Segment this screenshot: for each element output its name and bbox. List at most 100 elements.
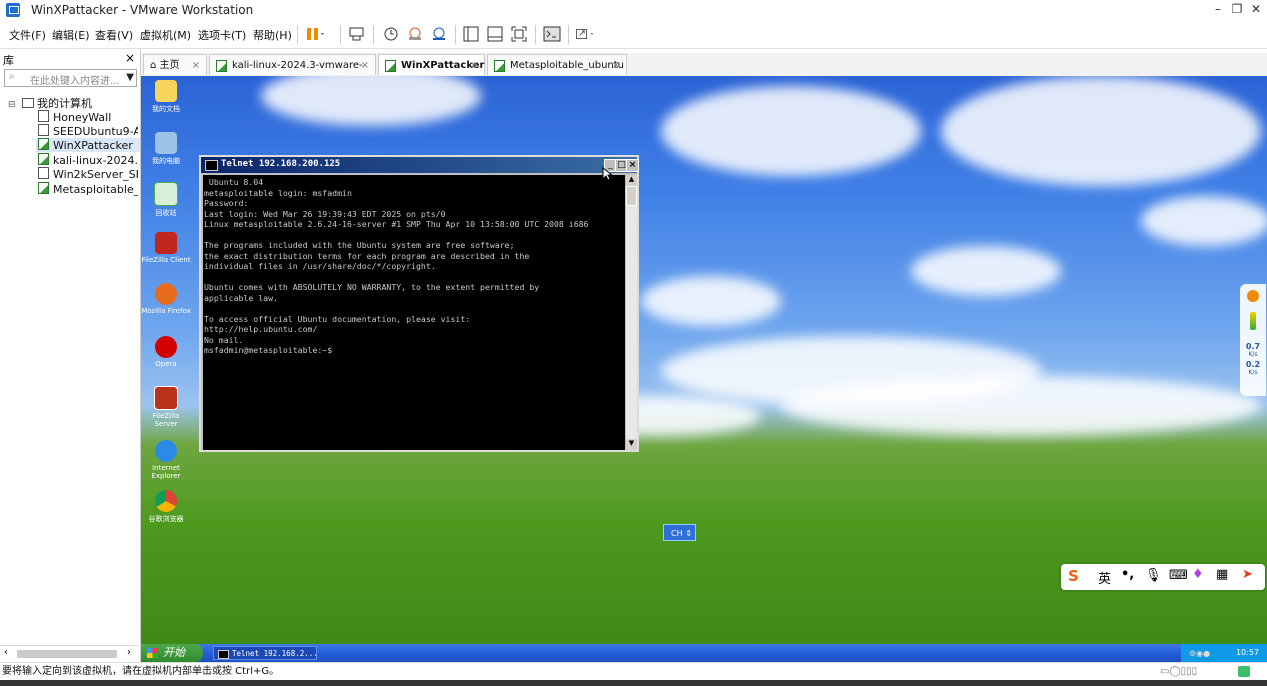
vm-item-winxpattacker[interactable]: WinXPattacker — [36, 138, 140, 152]
chevron-down-icon[interactable]: ⇕ — [685, 525, 692, 542]
thumbnail-view-icon[interactable] — [485, 25, 505, 43]
taskbar-item-telnet[interactable]: Telnet 192.168.2... — [213, 646, 318, 660]
skin-icon[interactable]: ♦ — [1192, 567, 1204, 582]
icon-label: FileZilla Client — [141, 256, 191, 264]
console-icon — [205, 160, 218, 171]
filezilla-server-icon — [154, 386, 178, 410]
terminal-scrollbar[interactable]: ▲ ▼ — [626, 175, 637, 450]
vm-item-win2kserver[interactable]: Win2kServer_SP0 — [38, 167, 138, 181]
revert-snapshot-icon[interactable] — [405, 25, 425, 43]
desktop-icon-chrome[interactable]: 谷歌浏览器 — [141, 490, 191, 524]
terminal-line: applicable law. — [204, 292, 278, 303]
stretch-view-icon[interactable] — [575, 25, 595, 43]
fullscreen-icon[interactable] — [509, 25, 529, 43]
library-view-icon[interactable] — [461, 25, 481, 43]
scroll-thumb[interactable] — [626, 186, 637, 206]
vm-label: SEEDUbuntu9-Aug — [53, 125, 138, 138]
vm-item-honeywall[interactable]: HoneyWall — [38, 110, 138, 124]
vm-item-metasploitable[interactable]: Metasploitable_u — [38, 182, 138, 196]
desktop-icon-recycle-bin[interactable]: 回收站 — [141, 182, 191, 218]
library-search-field[interactable]: ⌕ 在此处键入内容进... ▼ — [4, 69, 137, 87]
vm-running-icon — [38, 138, 49, 150]
send-ctrl-alt-del-icon[interactable] — [347, 25, 367, 43]
desktop-icon-firefox[interactable]: Mozilla Firefox — [141, 283, 191, 315]
network-speed-widget[interactable]: 0.7 K/s 0.2 K/s — [1240, 284, 1266, 396]
terminal-output[interactable]: Ubuntu 8.04 metasploitable login: msfadmi… — [203, 175, 625, 450]
clock[interactable]: 10:57 — [1236, 648, 1259, 657]
close-tab-icon[interactable]: × — [192, 55, 200, 76]
menu-vm[interactable]: 虚拟机(M) — [140, 27, 191, 43]
status-dot-icon — [1247, 290, 1259, 302]
sogou-ime-toolbar[interactable]: S 英 •, 🎙 ⌨ ♦ ▦ ➤ — [1061, 564, 1265, 590]
vm-label: WinXPattacker — [53, 139, 133, 152]
ime-language-indicator[interactable]: CH ⇕ — [663, 524, 696, 541]
tab-winxpattacker[interactable]: WinXPattacker × — [378, 54, 485, 75]
cloud — [261, 76, 481, 126]
device-status-icons[interactable]: ▭◯▯▯▯ — [1160, 663, 1197, 681]
keyboard-icon[interactable]: ⌨ — [1169, 568, 1188, 583]
vm-item-kali[interactable]: kali-linux-2024.3-v — [38, 153, 138, 167]
scroll-right-icon[interactable]: › — [127, 647, 131, 658]
close-button[interactable]: ✕ — [1248, 2, 1264, 16]
cloud — [661, 86, 921, 176]
menu-edit[interactable]: 编辑(E) — [52, 27, 90, 43]
close-tab-icon[interactable]: × — [470, 55, 478, 76]
collapse-icon[interactable]: ⊟ — [8, 100, 16, 110]
scroll-left-icon[interactable]: ‹ — [4, 647, 8, 658]
home-icon: ⌂ — [150, 60, 157, 71]
menu-file[interactable]: 文件(F) — [9, 27, 46, 43]
microphone-icon[interactable]: 🎙 — [1145, 568, 1162, 583]
ime-menu-icon[interactable]: ➤ — [1242, 567, 1253, 582]
pause-icon[interactable] — [304, 25, 324, 43]
ime-mode-toggle[interactable]: 英 — [1098, 568, 1111, 587]
tray-icons[interactable]: ⚙◉● — [1189, 645, 1210, 663]
library-search-input[interactable]: 在此处键入内容进... — [30, 72, 120, 87]
telnet-close-button[interactable]: × — [626, 159, 639, 172]
start-button[interactable]: 开始 — [141, 644, 203, 662]
menu-view[interactable]: 查看(V) — [95, 27, 133, 43]
vm-icon — [38, 167, 49, 179]
library-close-button[interactable]: × — [125, 51, 135, 65]
snapshot-manager-icon[interactable] — [429, 25, 449, 43]
tab-kali[interactable]: kali-linux-2024.3-vmware-i386× — [209, 54, 376, 92]
cloud — [1141, 196, 1267, 246]
system-tray[interactable]: ⚙◉● 10:57 — [1181, 644, 1267, 662]
message-log-icon[interactable] — [1238, 666, 1250, 677]
desktop-icon-my-computer[interactable]: 我的电脑 — [141, 132, 191, 166]
battery-meter-icon — [1250, 312, 1256, 330]
close-tab-icon[interactable]: × — [612, 55, 620, 76]
telnet-window[interactable]: Telnet 192.168.200.125 _ □ × Ubuntu 8.04… — [199, 155, 639, 452]
telnet-title-bar[interactable]: Telnet 192.168.200.125 _ □ × — [201, 157, 639, 173]
desktop-icon-filezilla-server[interactable]: FileZilla Server — [141, 386, 191, 428]
computer-icon — [22, 98, 35, 108]
restore-button[interactable]: ❐ — [1229, 2, 1245, 16]
console-view-icon[interactable] — [542, 25, 562, 43]
toolbar-separator — [568, 25, 569, 44]
menu-tabs[interactable]: 选项卡(T) — [198, 27, 246, 43]
icon-label: Opera — [155, 360, 177, 368]
tree-root-my-computer[interactable]: ⊟ 我的计算机 — [8, 95, 92, 111]
menu-help[interactable]: 帮助(H) — [253, 27, 292, 43]
icon-label: 回收站 — [155, 209, 177, 217]
scroll-thumb[interactable] — [17, 650, 117, 658]
minimize-button[interactable]: – — [1210, 2, 1226, 16]
tab-home[interactable]: ⌂ 主页 × — [143, 54, 207, 75]
terminal-line: metasploitable login: msfadmin — [204, 187, 352, 198]
toolbox-grid-icon[interactable]: ▦ — [1216, 567, 1228, 582]
scroll-down-icon[interactable]: ▼ — [626, 439, 637, 450]
ime-punctuation-toggle[interactable]: •, — [1121, 567, 1134, 582]
vm-running-icon — [494, 60, 505, 72]
icon-label: 谷歌浏览器 — [148, 515, 184, 523]
vm-item-seedubuntu[interactable]: SEEDUbuntu9-Aug — [38, 124, 138, 138]
desktop-icon-opera[interactable]: Opera — [141, 336, 191, 368]
desktop-icon-my-documents[interactable]: 我的文档 — [141, 80, 191, 114]
scroll-up-icon[interactable]: ▲ — [626, 175, 637, 186]
desktop-icon-internet-explorer[interactable]: Internet Explorer — [141, 440, 191, 480]
desktop-icon-filezilla-client[interactable]: FileZilla Client — [141, 232, 191, 264]
snapshot-icon[interactable] — [381, 25, 401, 43]
tab-metasploitable[interactable]: Metasploitable_ubuntu × — [487, 54, 627, 75]
library-horizontal-scrollbar[interactable]: ‹ › — [0, 645, 140, 662]
chevron-down-icon[interactable]: ▼ — [126, 72, 134, 83]
close-tab-icon[interactable]: × — [361, 55, 369, 76]
